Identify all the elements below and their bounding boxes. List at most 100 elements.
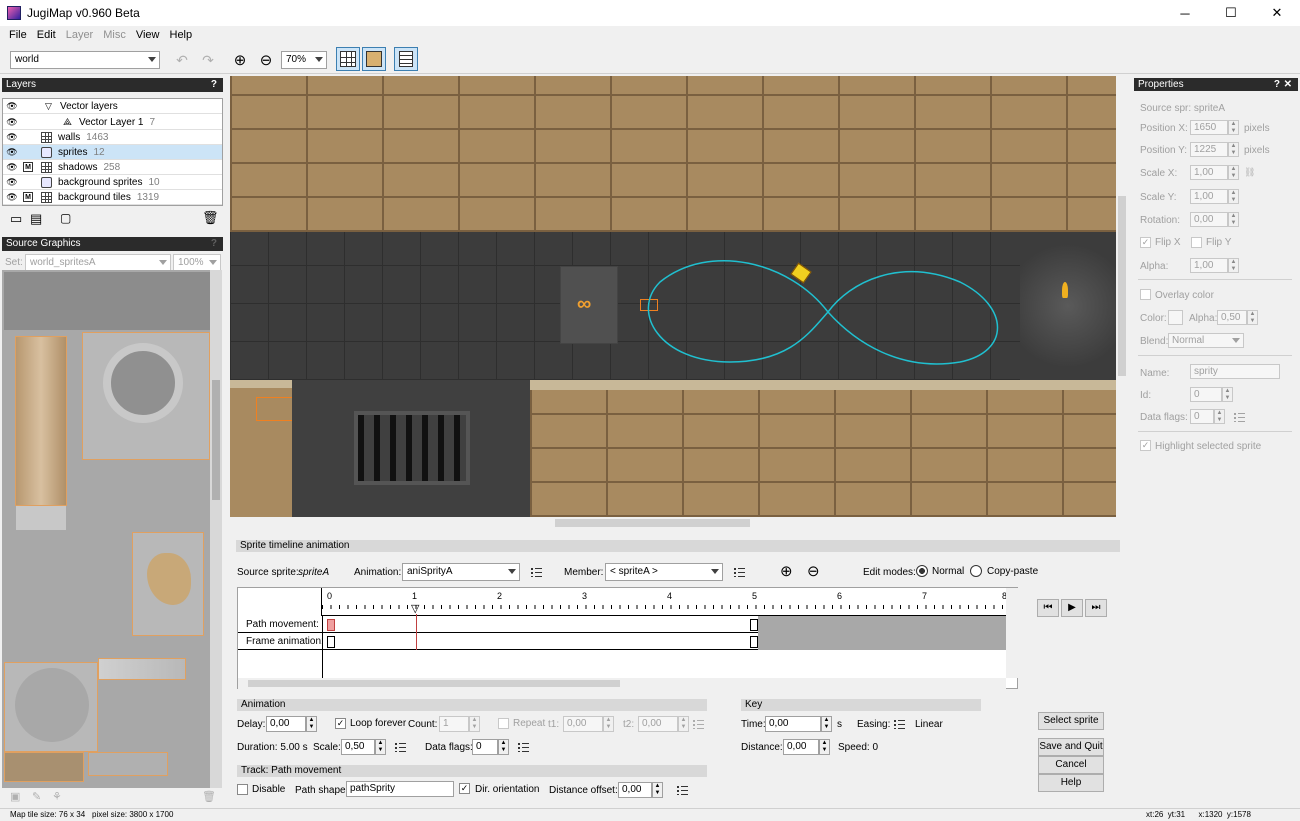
help-button[interactable]: Help — [1038, 774, 1104, 792]
rotation-input[interactable]: 0,00 — [1190, 212, 1228, 227]
menu-edit[interactable]: Edit — [32, 29, 61, 41]
add-tile-layer-icon[interactable]: ▤ — [30, 211, 42, 227]
menu-file[interactable]: File — [4, 29, 32, 41]
layer-row[interactable]: 👁 ▽ Vector layers — [3, 99, 222, 114]
panel-toggle-button[interactable] — [394, 47, 418, 71]
dir-orientation-checkbox[interactable]: ✓ — [459, 783, 470, 794]
count-stepper[interactable]: ▲ ▼ — [469, 716, 480, 732]
zoom-select[interactable]: 70% — [281, 51, 327, 69]
highlight-selected-checkbox[interactable]: ✓ — [1140, 440, 1151, 451]
disable-checkbox[interactable] — [237, 784, 248, 795]
timeline-horizontal-scrollbar[interactable] — [238, 678, 1006, 689]
layer-row[interactable]: 👁 background sprites 10 — [3, 175, 222, 190]
keyframe[interactable] — [750, 636, 758, 648]
collapse-triangle-icon[interactable]: ▽ — [45, 101, 52, 112]
world-select[interactable]: world — [10, 51, 160, 69]
mode-copy-radio[interactable] — [970, 565, 982, 577]
scale-y-input[interactable]: 1,00 — [1190, 189, 1228, 204]
visibility-eye-icon[interactable]: 👁 — [5, 160, 19, 174]
timeline-zoom-out-icon[interactable]: ⊖ — [807, 562, 820, 580]
map-vertical-scrollbar[interactable] — [1116, 76, 1128, 517]
undo-button[interactable]: ↶ — [170, 48, 194, 72]
position-y-stepper[interactable]: ▲ ▼ — [1228, 142, 1239, 157]
repeat-checkbox[interactable] — [498, 718, 509, 729]
menu-help[interactable]: Help — [165, 29, 198, 41]
minimize-button[interactable]: ─ — [1162, 0, 1208, 26]
menu-layer[interactable]: Layer — [61, 29, 99, 41]
distance-input[interactable]: 0,00 — [783, 739, 819, 755]
visibility-eye-icon[interactable]: 👁 — [5, 190, 19, 204]
timeline-ruler[interactable]: 0 1 2 3 4 5 6 7 8 ▽ — [322, 588, 1007, 616]
scale-x-input[interactable]: 1,00 — [1190, 165, 1228, 180]
animation-select[interactable]: aniSprityA — [402, 563, 520, 581]
overlay-alpha-input[interactable]: 0,50 — [1217, 310, 1247, 325]
m-flag-checkbox[interactable]: M — [23, 162, 33, 172]
loop-forever-checkbox[interactable]: ✓ — [335, 718, 346, 729]
keyframe[interactable] — [750, 619, 758, 631]
anim-data-flags-stepper[interactable]: ▲ ▼ — [498, 739, 509, 755]
t1-stepper[interactable]: ▲ ▼ — [603, 716, 614, 732]
rotation-stepper[interactable]: ▲ ▼ — [1228, 212, 1239, 227]
tree-graphics-icon[interactable]: ⚘ — [52, 790, 62, 803]
close-button[interactable]: ✕ — [1254, 0, 1300, 26]
visibility-eye-icon[interactable]: 👁 — [5, 115, 19, 129]
wood-pillar-tile[interactable] — [15, 336, 67, 506]
alpha-input[interactable]: 1,00 — [1190, 258, 1228, 273]
scale-x-stepper[interactable]: ▲ ▼ — [1228, 165, 1239, 180]
distance-offset-stepper[interactable]: ▲ ▼ — [652, 782, 663, 798]
mode-normal-radio[interactable] — [916, 565, 928, 577]
properties-close-button[interactable]: ✕ — [1284, 78, 1292, 92]
blend-select[interactable]: Normal — [1168, 333, 1244, 348]
anim-data-flags-input[interactable]: 0 — [472, 739, 498, 755]
delay-input[interactable]: 0,00 — [266, 716, 306, 732]
position-x-input[interactable]: 1650 — [1190, 120, 1228, 135]
scale-list-icon[interactable] — [395, 742, 406, 752]
track-frame-animation[interactable]: Frame animation: — [238, 633, 1006, 650]
t2-input[interactable]: 0,00 — [638, 716, 678, 732]
flip-y-checkbox[interactable] — [1191, 237, 1202, 248]
layer-row[interactable]: 👁 sprites 12 — [3, 145, 222, 160]
track-path-movement[interactable]: Path movement: — [238, 616, 1006, 633]
menu-misc[interactable]: Misc — [98, 29, 131, 41]
play-button[interactable]: ▶ — [1061, 599, 1083, 617]
overlay-alpha-stepper[interactable]: ▲ ▼ — [1247, 310, 1258, 325]
color-swatch[interactable] — [1168, 310, 1183, 325]
scale-stepper[interactable]: ▲ ▼ — [375, 739, 386, 755]
layer-row[interactable]: 👁 walls 1463 — [3, 130, 222, 145]
distance-list-icon[interactable] — [677, 785, 688, 795]
add-graphics-icon[interactable]: ▣ — [10, 790, 20, 803]
delete-layer-icon[interactable]: 🗑 — [202, 210, 219, 226]
edit-graphics-icon[interactable]: ✎ — [32, 790, 41, 803]
visibility-eye-icon[interactable]: 👁 — [5, 130, 19, 144]
spiked-wheel-tile[interactable] — [4, 662, 98, 752]
layer-row[interactable]: 👁 M background tiles 1319 — [3, 190, 222, 205]
gargoyle-tile[interactable] — [132, 532, 204, 636]
id-stepper[interactable]: ▲ ▼ — [1222, 387, 1233, 402]
t1-input[interactable]: 0,00 — [563, 716, 603, 732]
cancel-button[interactable]: Cancel — [1038, 756, 1104, 774]
small-tile[interactable] — [4, 752, 84, 782]
scrollbar-thumb[interactable] — [212, 380, 220, 500]
save-and-quit-button[interactable]: Save and Quit — [1038, 738, 1104, 756]
overlay-color-checkbox[interactable] — [1140, 289, 1151, 300]
grid-toggle-button[interactable] — [336, 47, 360, 71]
menu-view[interactable]: View — [131, 29, 165, 41]
m-flag-checkbox[interactable]: M — [23, 192, 33, 202]
layer-row[interactable]: 👁 M shadows 258 — [3, 160, 222, 175]
add-sprite-layer-icon[interactable]: ▢ — [60, 211, 71, 225]
previous-key-button[interactable]: ⏮ — [1037, 599, 1059, 617]
map-view[interactable]: ∞ — [230, 76, 1116, 517]
select-sprite-button[interactable]: Select sprite — [1038, 712, 1104, 730]
source-graphics-view[interactable] — [2, 270, 222, 788]
alpha-stepper[interactable]: ▲ ▼ — [1228, 258, 1239, 273]
arch-tile[interactable] — [88, 752, 168, 776]
list-icon[interactable] — [1234, 412, 1245, 422]
name-input[interactable]: sprity — [1190, 364, 1280, 379]
path-shape-input[interactable]: pathSprity — [346, 781, 454, 797]
source-help-button[interactable]: ? — [211, 237, 217, 251]
layers-help-button[interactable]: ? — [211, 78, 217, 92]
easing-list-icon[interactable] — [894, 719, 905, 729]
member-select[interactable]: < spriteA > — [605, 563, 723, 581]
tile-preview[interactable] — [4, 272, 210, 330]
t2-stepper[interactable]: ▲ ▼ — [678, 716, 689, 732]
